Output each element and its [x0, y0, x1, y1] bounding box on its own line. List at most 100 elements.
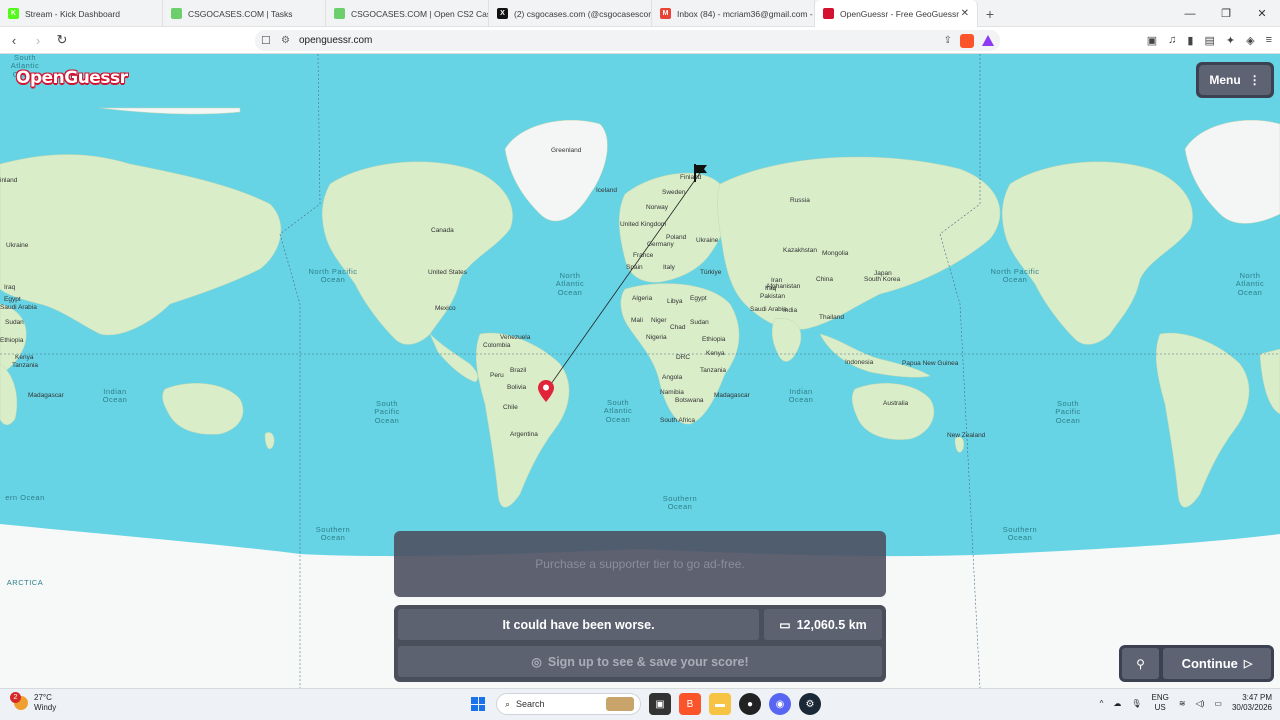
browser-tab[interactable]: M Inbox (84) - mcriam36@gmail.com -	[652, 0, 815, 27]
network-tray-icon[interactable]: ☁	[1113, 699, 1121, 708]
ad-banner[interactable]: Purchase a supporter tier to go ad-free.	[394, 531, 886, 597]
ocean-label: Indian Ocean	[102, 387, 128, 405]
ocean-label: Southern Ocean	[662, 494, 698, 512]
task-view-icon[interactable]: ▣	[649, 693, 671, 715]
country-label: Colombia	[483, 342, 511, 349]
app-logo[interactable]: OpenGuessr	[16, 68, 128, 88]
steam-icon[interactable]: ⚙	[799, 693, 821, 715]
weather-temp: 27°C	[34, 693, 52, 702]
site-info-icon[interactable]: ⚙	[281, 35, 299, 46]
country-label: Türkiye	[700, 269, 722, 276]
browser-tab[interactable]: CSGOCASES.COM | Tasks	[163, 0, 326, 27]
browser-tab[interactable]: CSGOCASES.COM | Open CS2 Cases	[326, 0, 489, 27]
app-icon[interactable]: ●	[739, 693, 761, 715]
language-indicator[interactable]: ENG US	[1152, 693, 1169, 713]
brave-shields-icon[interactable]	[960, 33, 974, 48]
world-map[interactable]: Greenland Iceland Finland Sweden Norway Unite…	[0, 54, 1280, 688]
country-label: Papua New Guinea	[902, 360, 959, 367]
country-label: Bolivia	[507, 384, 527, 391]
country-label: Algeria	[632, 295, 653, 302]
signup-text: Sign up to see & save your score!	[547, 654, 749, 669]
country-label: Iceland	[596, 187, 617, 194]
country-label: Mali	[631, 317, 643, 324]
reload-icon[interactable]: ↻	[52, 30, 72, 50]
country-label: Sudan	[690, 319, 709, 326]
back-icon[interactable]: ‹	[4, 30, 24, 50]
country-label: Madagascar	[28, 392, 64, 399]
close-window-icon[interactable]: ✕	[1244, 0, 1280, 27]
menu-label: Menu	[1209, 73, 1241, 87]
wallet2-icon[interactable]: ▤	[1204, 34, 1214, 47]
signup-button[interactable]: ◎ Sign up to see & save your score!	[398, 646, 882, 677]
country-label: Ukraine	[696, 237, 719, 244]
country-label: France	[633, 252, 654, 259]
country-label: inland	[0, 177, 18, 184]
lang-bottom: US	[1154, 703, 1166, 712]
media-icon[interactable]: ♫	[1168, 34, 1176, 47]
minimize-icon[interactable]: —	[1172, 0, 1208, 27]
ocean-label: North Pacific Ocean	[990, 267, 1040, 285]
sidebar-icon[interactable]: ▮	[1187, 34, 1193, 47]
close-tab-icon[interactable]: ✕	[961, 8, 969, 19]
tab-title: OpenGuessr - Free GeoGuessr	[840, 8, 960, 19]
country-label: Germany	[647, 241, 674, 248]
country-label: South Africa	[660, 417, 696, 424]
country-label: Greenland	[551, 147, 582, 154]
mic-icon[interactable]: 🎙	[1131, 699, 1141, 708]
chevron-up-icon[interactable]: ^	[1100, 699, 1104, 708]
new-tab-button[interactable]: +	[978, 0, 1002, 27]
country-label: Argentina	[510, 431, 538, 438]
clock[interactable]: 3:47 PM 30/03/2026	[1232, 693, 1272, 713]
pin-toggle-button[interactable]: ⚲	[1122, 648, 1159, 679]
weather-widget[interactable]: 2 27°C Windy	[10, 692, 56, 713]
tab-bar: K Stream - Kick Dashboard CSGOCASES.COM | …	[0, 0, 1280, 27]
user-circle-icon: ◎	[531, 654, 542, 669]
volume-icon[interactable]: ◁)	[1196, 699, 1205, 708]
brave-rewards-icon[interactable]	[982, 35, 994, 46]
favicon-icon: K	[8, 8, 19, 19]
battery-icon[interactable]: ▭	[1214, 699, 1222, 708]
taskbar-search[interactable]: ⌕ Search	[496, 693, 641, 715]
forward-icon[interactable]: ›	[28, 30, 48, 50]
ad-text: Purchase a supporter tier to go ad-free.	[535, 557, 745, 571]
result-message: It could have been worse.	[398, 609, 759, 640]
favicon-icon	[823, 8, 834, 19]
leo-icon[interactable]: ✦	[1226, 34, 1235, 47]
browser-tab[interactable]: OpenGuessr - Free GeoGuessr ✕	[815, 0, 978, 27]
discord-icon[interactable]: ◉	[769, 693, 791, 715]
continue-button[interactable]: Continue ▷	[1163, 648, 1271, 679]
distance-badge: ▭ 12,060.5 km	[764, 609, 882, 640]
ocean-label: Indian Ocean	[788, 387, 814, 405]
share-icon[interactable]: ⇪	[944, 35, 952, 46]
country-label: Tanzania	[700, 367, 727, 374]
toolbar-icons: ▣ ♫ ▮ ▤ ✦ ◈ ≡	[1147, 34, 1272, 47]
hamburger-menu-icon[interactable]: ≡	[1266, 34, 1272, 47]
ocean-label: North Atlantic Ocean	[1235, 271, 1265, 297]
browser-tab[interactable]: X (2) csgocases.com (@csgocasescom)	[489, 0, 652, 27]
menu-button[interactable]: Menu ⋮	[1199, 65, 1271, 95]
browser-tab[interactable]: K Stream - Kick Dashboard	[0, 0, 163, 27]
country-label: Madagascar	[714, 392, 750, 399]
restore-icon[interactable]: ❐	[1208, 0, 1244, 27]
file-explorer-icon[interactable]: ▬	[709, 693, 731, 715]
result-message-text: It could have been worse.	[502, 617, 655, 632]
address-bar: ‹ › ↻ ☐ ⚙ openguessr.com ⇪ ▣ ♫ ▮ ▤ ✦ ◈ ≡	[0, 27, 1280, 54]
ocean-label: ARCTICA	[6, 578, 44, 587]
taskbar-apps: ⌕ Search ▣ B ▬ ● ◉ ⚙	[468, 693, 821, 715]
country-label: Namibia	[660, 389, 684, 396]
brave-browser-icon[interactable]: B	[679, 693, 701, 715]
country-label: Indonesia	[845, 359, 874, 366]
bookmark-icon[interactable]: ☐	[261, 34, 281, 47]
windows-start-icon[interactable]	[468, 694, 488, 714]
url-field[interactable]: ☐ ⚙ openguessr.com ⇪	[255, 30, 1000, 51]
country-label: Thailand	[819, 314, 844, 321]
tab-title: CSGOCASES.COM | Tasks	[188, 8, 293, 19]
wifi-icon[interactable]: ≋	[1179, 699, 1186, 708]
vpn-icon[interactable]: ◈	[1246, 34, 1254, 47]
country-label: Sudan	[5, 319, 24, 326]
search-icon: ⌕	[505, 698, 511, 709]
country-label: Italy	[663, 264, 675, 271]
ocean-label: Southern Ocean	[315, 525, 351, 543]
favicon-icon: M	[660, 8, 671, 19]
wallet-icon[interactable]: ▣	[1147, 34, 1157, 47]
